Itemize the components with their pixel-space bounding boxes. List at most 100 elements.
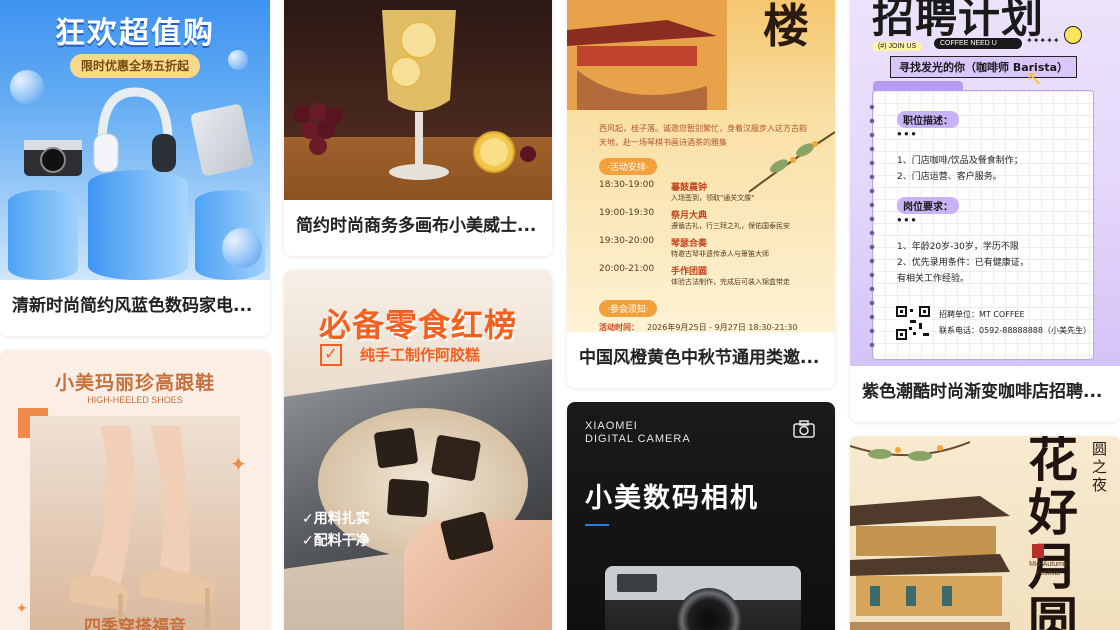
req-line: 1、年龄20岁-30岁，学历不限: [897, 242, 1019, 252]
pavilion-illustration: [850, 496, 1010, 630]
festival-label: Mid-Autumn Festival: [1029, 561, 1067, 577]
bubble-decoration: [222, 228, 262, 268]
duty-line: 2、门店运营、客户服务。: [897, 172, 1002, 182]
camera-product: [605, 566, 801, 630]
poster-subtitle: 寻找发光的你（咖啡师 Barista）: [890, 56, 1078, 78]
side-text: 圆之夜: [1092, 440, 1108, 494]
poster-subtitle: HIGH-HEELED SHOES: [87, 395, 183, 405]
bubble-decoration: [228, 50, 248, 70]
cocktail-glass-icon: [382, 10, 456, 180]
poster-subtitle: 纯手工制作阿胶糕: [360, 346, 481, 364]
sparkle-icon: ✦: [230, 454, 247, 476]
grapes-icon: [293, 103, 343, 155]
duty-line: 1、门店咖啡/饮品及餐食制作；: [897, 156, 1023, 166]
template-card-moon-festival[interactable]: 花好月圆 圆之夜 Mid-Autumn Festival: [850, 436, 1120, 630]
poster-blue-digital: 狂欢超值购 限时优惠全场五折起: [0, 0, 270, 280]
bubble-decoration: [10, 70, 44, 104]
event-time-label: 活动时间：: [599, 323, 639, 332]
qr-code-icon: [895, 305, 931, 341]
camera-viewfinder: [617, 574, 657, 592]
req-label: 岗位要求：: [897, 197, 959, 214]
schedule-time: 18:30-19:00: [599, 180, 655, 190]
poster-calligraphy: 楼: [763, 0, 809, 53]
event-time: 2026年9月25日 - 9月27日 18:30-21:30: [647, 323, 798, 332]
snack-piece: [430, 434, 482, 482]
schedule-time: 20:00-21:00: [599, 264, 655, 274]
headphones-icon: [93, 87, 176, 173]
notebook-panel: 职位描述： ● ● ● 1、门店咖啡/饮品及餐食制作； 2、门店运营、客户服务。…: [872, 81, 1094, 360]
template-card-whisky[interactable]: 简约时尚商务多画布小美威士...: [284, 0, 552, 256]
snack-piece: [373, 427, 419, 469]
brand-line-2: DIGITAL CAMERA: [585, 433, 691, 445]
podium-left: [8, 190, 78, 280]
schedule-desc: 遵循古礼，行三拜之礼，保佑国泰民安: [671, 222, 790, 230]
grape-decoration: [520, 146, 536, 162]
section-schedule: ·活动安排·: [599, 158, 657, 175]
poster-footer: 四季穿搭福音: [84, 617, 186, 630]
template-card-digital-camera[interactable]: XIAOMEI DIGITAL CAMERA 小美数码相机: [567, 402, 835, 630]
pavilion-illustration: [567, 0, 727, 110]
check-item-label: 配料干净: [313, 533, 370, 549]
schedule-desc: 体验古法制作，完成后可装入锦盒带走: [671, 278, 790, 286]
poster-snacks: 必备零食红榜 ✓ 纯手工制作阿胶糕 ✓用料扎实 ✓配料干净: [284, 270, 552, 630]
template-card-heels[interactable]: 小美玛丽珍高跟鞋 HIGH-HEELED SHOES ✦ ✦ 四季穿搭福音: [0, 350, 270, 630]
tag-coffee: COFFEE NEED U: [934, 38, 1022, 49]
card-caption: 中国风橙黄色中秋节通用类邀...: [579, 348, 820, 368]
poster-moon-festival: 花好月圆 圆之夜 Mid-Autumn Festival: [850, 436, 1120, 630]
poster-midautumn-invite: 楼 西风起，桂子落。诚邀您暂别繁忙，身着汉服步入这方古韵天地，赴一场琴棋书画诗酒…: [567, 0, 835, 332]
req-line: 2、优先录用条件：已有健康证，: [897, 258, 1029, 268]
podium-center: [88, 170, 188, 280]
section-notice: ·参会须知·: [599, 300, 657, 317]
poster-discount-banner: 限时优惠全场五折起: [70, 54, 200, 78]
heels-photo: [30, 416, 240, 630]
schedule-time: 19:00-19:30: [599, 208, 655, 218]
seal-stamp: [1032, 544, 1044, 558]
camera-lens: [677, 588, 741, 630]
spiral-binding: [866, 100, 878, 350]
phone-info: 联系电话：0592-88888888（小美先生）: [939, 326, 1091, 335]
tablet-product: [189, 103, 255, 177]
check-item-label: 用料扎实: [313, 511, 370, 527]
notebook-tab: [873, 81, 963, 91]
poster-coffee-recruit: 招聘计划 (#) JOIN US COFFEE NEED U ✦✦✦✦✦ 寻找发…: [850, 0, 1120, 366]
schedule-desc: 特邀古琴非遗传承人与箫笛大师: [671, 250, 769, 258]
brand-line-1: XIAOMEI: [585, 420, 638, 432]
poster-whisky: [284, 0, 552, 200]
schedule-title: 暮鼓晨钟: [671, 183, 708, 193]
company-info: 招聘单位：MT COFFEE: [939, 310, 1025, 319]
schedule-time: 19:30-20:00: [599, 236, 655, 246]
check-icon: ✓: [320, 344, 342, 366]
template-card-midautumn-invite[interactable]: 楼 西风起，桂子落。诚邀您暂别繁忙，身着汉服步入这方古韵天地，赴一场琴棋书画诗酒…: [567, 0, 835, 388]
dots-decoration: ● ● ●: [897, 215, 916, 224]
accent-line: [585, 524, 609, 526]
poster-digital-camera: XIAOMEI DIGITAL CAMERA 小美数码相机: [567, 402, 835, 630]
schedule-title: 手作团圆: [671, 267, 708, 277]
dots-decoration: ✦✦✦✦✦: [1026, 36, 1060, 45]
arrow-icon: ↖: [1026, 68, 1043, 90]
sparkle-icon: [1064, 26, 1082, 44]
check-item: ✓配料干净: [302, 533, 370, 549]
lemon-icon: [473, 131, 515, 173]
poster-title: 小美玛丽珍高跟鞋: [54, 372, 215, 394]
template-card-coffee-recruit[interactable]: 招聘计划 (#) JOIN US COFFEE NEED U ✦✦✦✦✦ 寻找发…: [850, 0, 1120, 422]
dots-decoration: ● ● ●: [897, 129, 916, 138]
req-line: 有相关工作经验。: [897, 274, 970, 284]
card-caption: 清新时尚简约风蓝色数码家电...: [12, 296, 253, 316]
camera-icon: [793, 420, 815, 438]
check-item: ✓用料扎实: [302, 511, 370, 527]
osmanthus-branch: [749, 131, 835, 193]
poster-title: 必备零食红榜: [318, 306, 517, 344]
template-card-blue-digital[interactable]: 狂欢超值购 限时优惠全场五折起 清新时尚简约风蓝色数码家电...: [0, 0, 270, 336]
schedule-desc: 入场签到，领取"通关文牒": [671, 194, 755, 202]
poster-title: 小美数码相机: [585, 483, 759, 514]
calligraphy-text: 花好月圆: [1028, 436, 1078, 630]
template-card-snacks[interactable]: 必备零食红榜 ✓ 纯手工制作阿胶糕 ✓用料扎实 ✓配料干净: [284, 270, 552, 630]
card-caption: 紫色潮酷时尚渐变咖啡店招聘...: [862, 382, 1103, 402]
snack-piece: [386, 478, 430, 518]
poster-heels: 小美玛丽珍高跟鞋 HIGH-HEELED SHOES ✦ ✦ 四季穿搭福音: [0, 350, 270, 630]
schedule-title: 祭月大典: [671, 211, 708, 221]
tag-join-us: (#) JOIN US: [872, 42, 923, 51]
duty-label: 职位描述：: [897, 111, 959, 128]
card-caption: 简约时尚商务多画布小美威士...: [296, 216, 537, 236]
camera-product-icon: [24, 140, 82, 176]
